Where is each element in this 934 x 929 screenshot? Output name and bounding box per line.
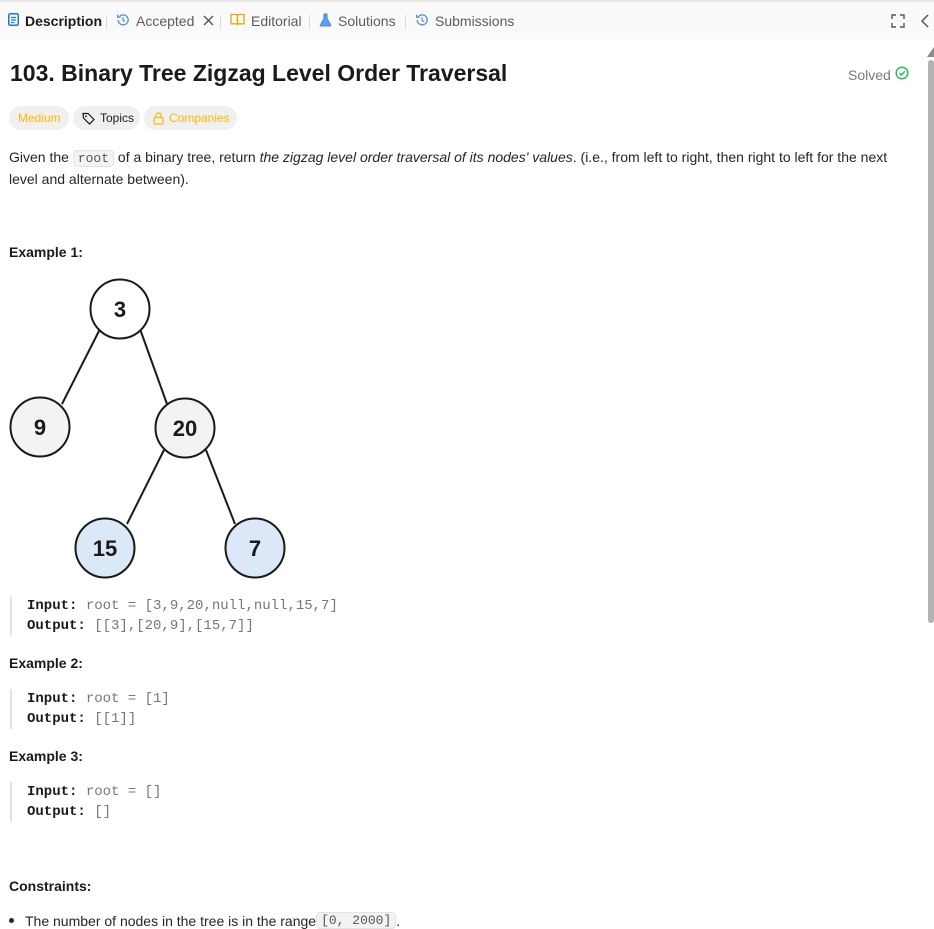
inline-code: root — [72, 150, 115, 167]
output-label: Output: — [27, 804, 86, 820]
constraint-end: . — [396, 912, 401, 929]
solved-label: Solved — [848, 66, 891, 83]
desc-emphasis: the zigzag level order traversal of its … — [259, 149, 573, 165]
companies-button[interactable]: Companies — [144, 106, 237, 130]
tab-editorial[interactable]: Editorial — [230, 11, 302, 31]
tab-divider — [220, 15, 221, 29]
tag-icon — [82, 112, 95, 125]
difficulty-label: Medium — [18, 111, 61, 125]
edge-3-20 — [139, 328, 168, 405]
example-3-block: Input: root = [] Output: [] — [10, 782, 161, 822]
inline-code: [0, 2000] — [316, 912, 397, 929]
tab-bar: Description Accepted Editorial Solutions… — [0, 0, 934, 39]
document-icon — [8, 13, 19, 29]
example-2-block: Input: root = [1] Output: [[1]] — [10, 689, 170, 729]
history-icon — [415, 13, 429, 30]
edge-20-15 — [126, 449, 165, 525]
tree-node-15-label: 15 — [93, 536, 117, 561]
output-value: [[1]] — [85, 711, 137, 727]
input-value: root = [] — [77, 784, 162, 800]
book-icon — [230, 13, 245, 29]
tab-accepted[interactable]: Accepted — [116, 11, 214, 31]
example-2-heading: Example 2: — [9, 655, 83, 671]
edge-3-9 — [61, 328, 101, 405]
tab-divider — [309, 15, 310, 29]
topics-label: Topics — [100, 111, 135, 125]
difficulty-badge: Medium — [9, 106, 69, 130]
tab-submissions[interactable]: Submissions — [415, 11, 514, 31]
topics-button[interactable]: Topics — [73, 106, 140, 130]
tab-divider — [405, 15, 406, 29]
close-icon[interactable] — [203, 13, 214, 29]
flask-icon — [319, 12, 332, 30]
input-value: root = [1] — [77, 691, 170, 707]
tab-submissions-label: Submissions — [435, 13, 515, 29]
tab-solutions-label: Solutions — [338, 13, 396, 29]
desc-text-2: of a binary tree, return — [114, 149, 260, 165]
tab-solutions[interactable]: Solutions — [319, 11, 396, 31]
check-circle-icon — [891, 66, 909, 83]
solved-status: Solved — [848, 66, 909, 83]
scrollbar-thumb[interactable] — [928, 60, 934, 623]
tab-description[interactable]: Description — [8, 11, 102, 31]
example-1-heading: Example 1: — [9, 244, 83, 260]
problem-title: 103. Binary Tree Zigzag Level Order Trav… — [10, 60, 508, 86]
input-value: root = [3,9,20,null,null,15,7] — [77, 598, 338, 614]
companies-label: Companies — [169, 111, 230, 125]
constraint-text: The number of nodes in the tree is in th… — [25, 912, 317, 929]
output-label: Output: — [27, 618, 86, 634]
problem-description: Given the root of a binary tree, return … — [9, 147, 914, 190]
tree-node-9-label: 9 — [34, 415, 46, 440]
output-value: [[3],[20,9],[15,7]] — [85, 618, 254, 634]
tree-diagram: 3 9 20 15 7 — [9, 278, 286, 579]
history-icon — [116, 13, 130, 30]
chevron-left-icon[interactable] — [920, 14, 930, 33]
tab-editorial-label: Editorial — [251, 13, 302, 29]
input-label: Input: — [27, 784, 78, 800]
edge-20-7 — [205, 449, 236, 525]
constraint-item: The number of nodes in the tree is in th… — [9, 912, 400, 929]
constraints-heading: Constraints: — [9, 878, 92, 894]
example-3-heading: Example 3: — [9, 748, 83, 764]
tab-description-label: Description — [25, 13, 103, 29]
output-value: [] — [85, 804, 112, 820]
input-label: Input: — [27, 598, 78, 614]
fullscreen-icon[interactable] — [891, 14, 905, 33]
bullet — [9, 918, 14, 923]
tree-node-7-label: 7 — [249, 536, 261, 561]
lock-icon — [153, 111, 164, 125]
tree-node-3-label: 3 — [114, 297, 126, 322]
tree-node-20-label: 20 — [173, 416, 197, 441]
tab-divider — [106, 15, 107, 29]
desc-text-1: Given the — [9, 149, 73, 165]
example-1-block: Input: root = [3,9,20,null,null,15,7] Ou… — [10, 596, 338, 636]
output-label: Output: — [27, 711, 86, 727]
tab-accepted-label: Accepted — [136, 13, 195, 29]
input-label: Input: — [27, 691, 78, 707]
